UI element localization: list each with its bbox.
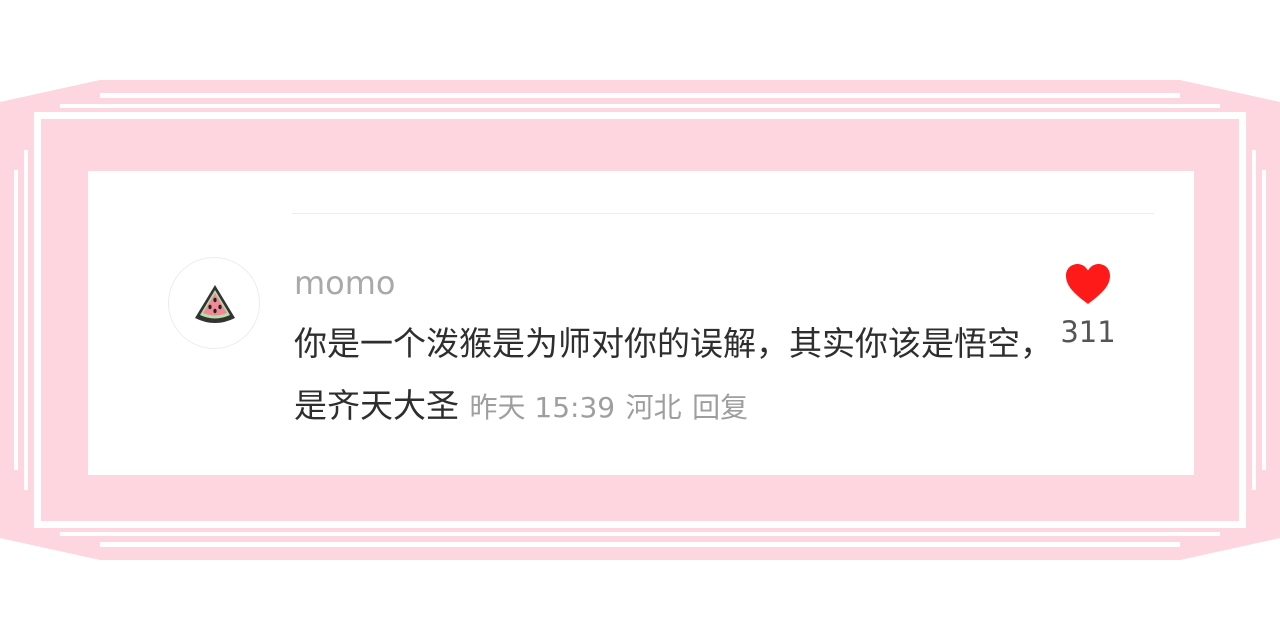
heart-icon xyxy=(1066,264,1110,304)
frame-outline-bottom xyxy=(34,521,1246,528)
like-button[interactable]: 311 xyxy=(1060,263,1116,349)
frame-stripe-bottom-outer xyxy=(100,542,1180,547)
like-count: 311 xyxy=(1060,315,1116,349)
frame-stripe-right-2 xyxy=(1252,150,1256,490)
frame-stripe-right-1 xyxy=(1262,170,1266,470)
frame-stripe-left-2 xyxy=(24,150,28,490)
frame-corner-bottom-left xyxy=(0,538,100,560)
comment-body: 你是一个泼猴是为师对你的误解，其实你该是悟空，是齐天大圣 昨天 15:39 河北… xyxy=(294,313,1054,439)
frame-outline-top xyxy=(34,112,1246,119)
divider xyxy=(292,213,1154,214)
frame-corner-top-right xyxy=(1180,80,1280,102)
comment-time: 昨天 15:39 xyxy=(469,391,616,424)
frame-outline-left xyxy=(34,112,41,528)
reply-button[interactable]: 回复 xyxy=(692,391,748,424)
watermelon-icon xyxy=(195,285,235,323)
frame-stripe-top-outer xyxy=(100,93,1180,98)
frame-corner-top-left xyxy=(0,80,100,102)
frame-corner-bottom-right xyxy=(1180,538,1280,560)
avatar[interactable] xyxy=(168,257,260,349)
comment-location: 河北 xyxy=(625,391,682,424)
frame-stripe-top-inner xyxy=(60,104,1220,108)
frame-outline-right xyxy=(1239,112,1246,528)
frame-stripe-left-1 xyxy=(14,170,18,470)
comment-card: momo 你是一个泼猴是为师对你的误解，其实你该是悟空，是齐天大圣 昨天 15:… xyxy=(88,171,1194,475)
comment-username[interactable]: momo xyxy=(294,263,396,303)
frame-stripe-bottom-inner xyxy=(60,532,1220,536)
